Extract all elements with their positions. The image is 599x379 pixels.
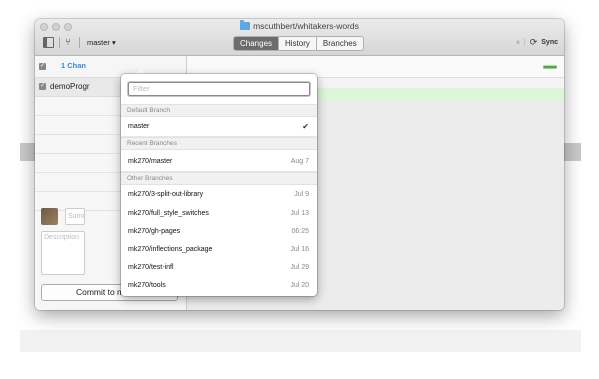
- change-indicator: ■■■■■: [542, 65, 557, 71]
- branch-item-date: Aug 7: [290, 158, 309, 165]
- branch-item-date: Jul 16: [290, 246, 309, 253]
- branch-item-label: mk270/master: [128, 158, 173, 165]
- branch-item-master[interactable]: master ✔: [121, 118, 317, 137]
- branch-selector[interactable]: master ▾: [87, 37, 116, 48]
- tab-history[interactable]: History: [278, 37, 316, 50]
- branch-dropdown: Filter Default Branch master ✔ Recent Br…: [121, 74, 317, 296]
- avatar: [41, 208, 58, 225]
- branch-item-label: mk270/gh-pages: [128, 228, 181, 235]
- tab-changes[interactable]: Changes: [234, 37, 279, 50]
- tab-branches[interactable]: Branches: [315, 37, 363, 50]
- titlebar: mscuthbert/whitakers-words ⑂ master ▾ Ch…: [35, 19, 564, 56]
- toolbar-divider: |: [523, 39, 526, 46]
- branch-item[interactable]: mk270/tools Jul 20: [121, 277, 317, 295]
- background-strip: [20, 330, 581, 352]
- toolbar-divider: [79, 37, 80, 48]
- sync-icon[interactable]: ⟳: [530, 37, 538, 48]
- branch-item-label: master: [128, 123, 150, 130]
- branch-item-label: mk270/3-split-out-library: [128, 191, 204, 198]
- checkbox-icon[interactable]: ✓: [39, 83, 46, 90]
- pause-icon[interactable]: ⏸: [516, 37, 520, 48]
- window-title: mscuthbert/whitakers-words: [253, 21, 359, 31]
- branch-item-label: mk270/tools: [128, 282, 166, 289]
- window-title-wrap: mscuthbert/whitakers-words: [35, 20, 564, 31]
- branch-item-label: mk270/inflections_package: [128, 246, 213, 253]
- checkbox-icon[interactable]: ✓: [39, 63, 46, 70]
- file-name: demoProgr: [50, 82, 90, 91]
- branch-item[interactable]: mk270/master Aug 7: [121, 153, 317, 172]
- branch-icon[interactable]: ⑂: [65, 37, 75, 48]
- section-default-branch: Default Branch: [121, 104, 317, 117]
- branch-item-date: Jul 9: [294, 191, 309, 198]
- branch-item-date: 06:25: [291, 228, 309, 235]
- view-switcher: Changes History Branches: [233, 36, 364, 51]
- app-window: mscuthbert/whitakers-words ⑂ master ▾ Ch…: [35, 19, 564, 310]
- branch-filter-input[interactable]: Filter: [128, 82, 310, 96]
- sync-button[interactable]: Sync: [541, 37, 558, 48]
- branch-item[interactable]: mk270/inflections_package Jul 16: [121, 241, 317, 259]
- changes-count-label: 1 Chan: [61, 61, 87, 70]
- branch-item-date: Jul 20: [290, 282, 309, 289]
- branch-item[interactable]: mk270/test-infl Jul 29: [121, 259, 317, 277]
- description-input[interactable]: Description: [41, 231, 85, 275]
- summary-input[interactable]: Summ: [65, 208, 85, 225]
- toolbar-divider: [59, 37, 60, 48]
- folder-icon: [240, 20, 251, 30]
- section-recent-branches: Recent Branches: [121, 137, 317, 150]
- branch-item-date: Jul 13: [290, 210, 309, 217]
- branch-item-label: mk270/test-infl: [128, 264, 174, 271]
- branch-item-label: mk270/full_style_switches: [128, 210, 209, 217]
- branch-item[interactable]: mk270/gh-pages 06:25: [121, 223, 317, 241]
- branch-item[interactable]: mk270/full_style_switches Jul 13: [121, 205, 317, 223]
- toolbar-right: ⏸ | ⟳ Sync: [516, 37, 558, 48]
- branch-item[interactable]: mk270/3-split-out-library Jul 9: [121, 186, 317, 204]
- checkmark-icon: ✔: [302, 122, 309, 131]
- sidebar-toggle-icon[interactable]: [43, 37, 54, 48]
- section-other-branches: Other Branches: [121, 172, 317, 185]
- branch-item-date: Jul 29: [290, 264, 309, 271]
